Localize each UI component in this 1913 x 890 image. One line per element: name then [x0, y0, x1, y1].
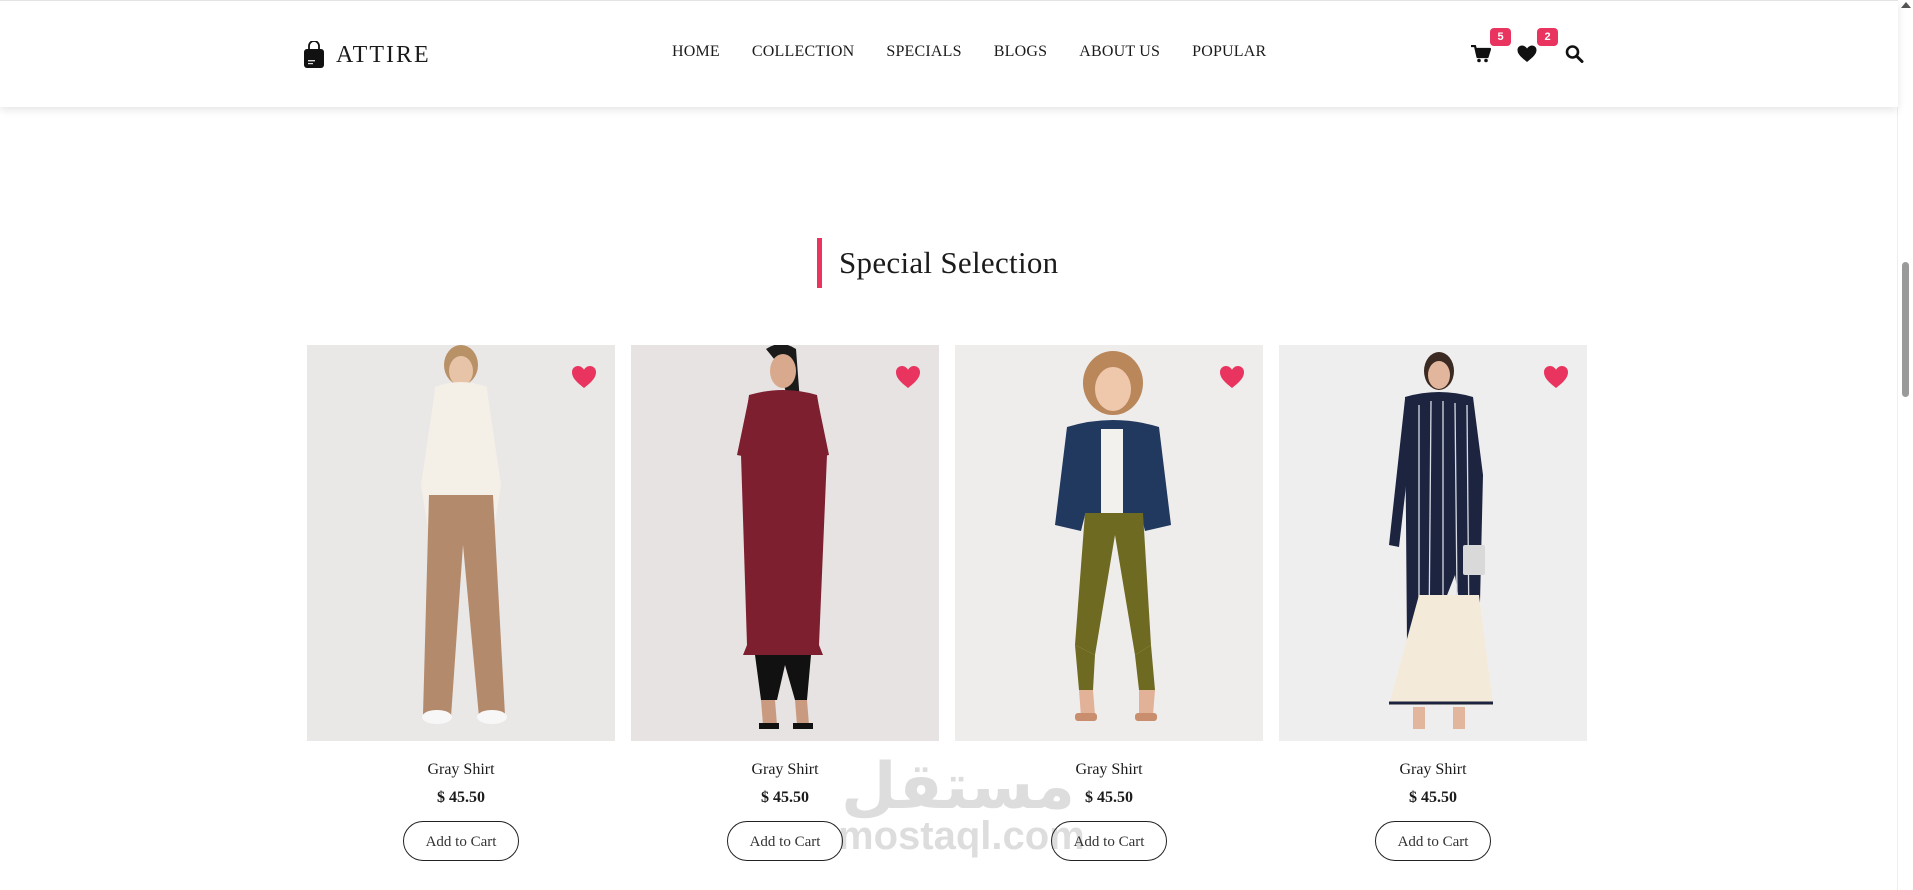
favorite-heart-icon[interactable]	[571, 365, 597, 389]
brand-name: ATTIRE	[336, 41, 431, 68]
page-scrollbar[interactable]	[1897, 0, 1913, 890]
scroll-up-arrow-icon[interactable]	[1901, 2, 1911, 8]
product-price: $ 45.50	[1085, 789, 1133, 806]
heart-icon[interactable]	[1517, 45, 1537, 63]
add-to-cart-button[interactable]: Add to Cart	[727, 821, 843, 861]
title-accent-bar	[817, 238, 822, 288]
cart-icon[interactable]	[1471, 45, 1491, 63]
product-image[interactable]	[307, 345, 615, 741]
product-card: Gray Shirt $ 45.50 Add to Cart	[955, 345, 1263, 861]
add-to-cart-button[interactable]: Add to Cart	[403, 821, 519, 861]
add-to-cart-button[interactable]: Add to Cart	[1051, 821, 1167, 861]
product-name[interactable]: Gray Shirt	[631, 761, 939, 779]
scrollbar-thumb[interactable]	[1902, 262, 1909, 397]
product-price: $ 45.50	[1409, 789, 1457, 806]
shopping-bag-icon	[304, 41, 324, 68]
section-title: Special Selection	[839, 245, 1059, 280]
product-card: Gray Shirt $ 45.50 Add to Cart	[1279, 345, 1587, 861]
product-name[interactable]: Gray Shirt	[1279, 761, 1587, 779]
wishlist-count-badge: 2	[1537, 28, 1558, 46]
site-header: ATTIRE HOME COLLECTION SPECIALS BLOGS AB…	[0, 0, 1898, 107]
section-heading: Special Selection	[817, 238, 1058, 288]
product-card: Gray Shirt $ 45.50 Add to Cart	[307, 345, 615, 861]
product-image[interactable]	[955, 345, 1263, 741]
nav-blogs[interactable]: BLOGS	[994, 43, 1047, 61]
product-card: Gray Shirt $ 45.50 Add to Cart	[631, 345, 939, 861]
product-image[interactable]	[1279, 345, 1587, 741]
nav-collection[interactable]: COLLECTION	[752, 43, 854, 61]
product-price: $ 45.50	[437, 789, 485, 806]
product-name[interactable]: Gray Shirt	[955, 761, 1263, 779]
favorite-heart-icon[interactable]	[895, 365, 921, 389]
nav-about-us[interactable]: ABOUT US	[1079, 43, 1160, 61]
product-grid: Gray Shirt $ 45.50 Add to Cart Gray Shir…	[307, 345, 1603, 861]
product-image[interactable]	[631, 345, 939, 741]
nav-specials[interactable]: SPECIALS	[886, 43, 961, 61]
favorite-heart-icon[interactable]	[1543, 365, 1569, 389]
brand-logo[interactable]: ATTIRE	[303, 41, 431, 69]
cart-count-badge: 5	[1490, 28, 1511, 46]
main-nav: HOME COLLECTION SPECIALS BLOGS ABOUT US …	[672, 43, 1298, 61]
favorite-heart-icon[interactable]	[1219, 365, 1245, 389]
search-icon[interactable]	[1565, 45, 1585, 63]
nav-home[interactable]: HOME	[672, 43, 720, 61]
nav-popular[interactable]: POPULAR	[1192, 43, 1266, 61]
add-to-cart-button[interactable]: Add to Cart	[1375, 821, 1491, 861]
product-name[interactable]: Gray Shirt	[307, 761, 615, 779]
product-price: $ 45.50	[761, 789, 809, 806]
